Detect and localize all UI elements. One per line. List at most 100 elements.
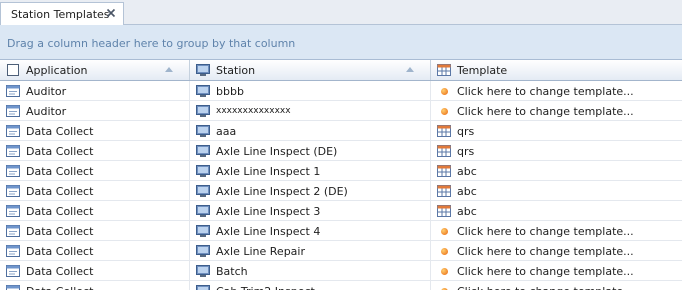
station-text: Axle Line Repair <box>216 244 305 258</box>
cell-application[interactable]: Auditor <box>0 101 190 121</box>
cell-template[interactable]: abc <box>431 161 682 181</box>
cell-station[interactable]: Batch <box>190 261 431 281</box>
column-header-station[interactable]: Station <box>190 60 431 80</box>
cell-template[interactable]: Click here to change template... <box>431 81 682 101</box>
cell-template[interactable]: Click here to change template... <box>431 261 682 281</box>
application-text: Data Collect <box>26 144 94 158</box>
computer-icon <box>196 205 210 217</box>
cell-application[interactable]: Data Collect <box>0 261 190 281</box>
table-row[interactable]: Data Collect aaa qrs <box>0 121 682 141</box>
computer-icon <box>196 105 210 117</box>
template-text: Click here to change template... <box>457 244 634 258</box>
cell-station[interactable]: Axle Line Inspect 3 <box>190 201 431 221</box>
template-text: Click here to change template... <box>457 104 634 118</box>
status-dot-icon <box>436 224 452 238</box>
cell-application[interactable]: Data Collect <box>0 141 190 161</box>
status-dot-icon <box>436 284 452 290</box>
cell-station[interactable]: xxxxxxxxxxxxxx <box>190 101 431 121</box>
cell-station[interactable]: Cab Trim2 Inspect <box>190 281 431 290</box>
cell-application[interactable]: Auditor <box>0 81 190 101</box>
cell-station[interactable]: Axle Line Repair <box>190 241 431 261</box>
computer-icon <box>196 265 210 277</box>
cell-station[interactable]: aaa <box>190 121 431 141</box>
station-text: bbbb <box>216 84 244 98</box>
checkbox-icon <box>7 64 19 76</box>
application-window-icon <box>6 85 20 97</box>
status-dot-icon <box>436 244 452 258</box>
station-text: xxxxxxxxxxxxxx <box>216 106 291 116</box>
template-grid-icon <box>437 205 451 217</box>
cell-station[interactable]: Axle Line Inspect 4 <box>190 221 431 241</box>
template-text: abc <box>457 204 477 218</box>
cell-template[interactable]: abc <box>431 181 682 201</box>
table-row[interactable]: Data Collect Axle Line Repair Click here t… <box>0 241 682 261</box>
cell-application[interactable]: Data Collect <box>0 121 190 141</box>
application-text: Data Collect <box>26 224 94 238</box>
table-row[interactable]: Data Collect Axle Line Inspect 1 abc <box>0 161 682 181</box>
status-dot-icon <box>436 84 452 98</box>
station-text: Axle Line Inspect 3 <box>216 204 321 218</box>
computer-icon <box>196 165 210 177</box>
table-row[interactable]: Auditor xxxxxxxxxxxxxx Click here to chang… <box>0 101 682 121</box>
column-label-template: Template <box>457 63 508 77</box>
table-row[interactable]: Data Collect Axle Line Inspect 3 abc <box>0 201 682 221</box>
column-label-application: Application <box>26 63 88 77</box>
cell-application[interactable]: Data Collect <box>0 161 190 181</box>
cell-template[interactable]: abc <box>431 201 682 221</box>
table-row[interactable]: Data Collect Cab Trim2 Inspect Click here … <box>0 281 682 290</box>
cell-application[interactable]: Data Collect <box>0 201 190 221</box>
cell-station[interactable]: Axle Line Inspect (DE) <box>190 141 431 161</box>
cell-application[interactable]: Data Collect <box>0 281 190 290</box>
cell-station[interactable]: Axle Line Inspect 1 <box>190 161 431 181</box>
template-text: Click here to change template... <box>457 264 634 278</box>
table-row[interactable]: Auditor bbbb Click here to change template… <box>0 81 682 101</box>
cell-application[interactable]: Data Collect <box>0 221 190 241</box>
cell-station[interactable]: bbbb <box>190 81 431 101</box>
template-text: Click here to change template... <box>457 224 634 238</box>
column-header-template[interactable]: Template <box>431 60 682 80</box>
computer-icon <box>196 64 210 76</box>
application-window-icon <box>6 165 20 177</box>
template-text: qrs <box>457 124 475 138</box>
template-grid-icon <box>437 145 451 157</box>
application-text: Data Collect <box>26 204 94 218</box>
group-by-panel[interactable]: Drag a column header here to group by th… <box>0 25 682 60</box>
tab-station-templates[interactable]: Station Templates <box>0 2 124 25</box>
station-text: Axle Line Inspect 2 (DE) <box>216 184 348 198</box>
cell-template[interactable]: qrs <box>431 121 682 141</box>
cell-template[interactable]: Click here to change template... <box>431 221 682 241</box>
table-row[interactable]: Data Collect Axle Line Inspect 2 (DE) abc <box>0 181 682 201</box>
template-text: Click here to change template... <box>457 285 634 290</box>
cell-template[interactable]: Click here to change template... <box>431 281 682 290</box>
column-label-station: Station <box>216 63 256 77</box>
close-icon[interactable] <box>105 7 117 19</box>
application-text: Data Collect <box>26 184 94 198</box>
computer-icon <box>196 85 210 97</box>
computer-icon <box>196 185 210 197</box>
application-text: Auditor <box>26 104 67 118</box>
table-row[interactable]: Data Collect Batch Click here to change te… <box>0 261 682 281</box>
template-text: abc <box>457 184 477 198</box>
sort-ascending-icon <box>406 67 414 72</box>
cell-template[interactable]: Click here to change template... <box>431 241 682 261</box>
status-dot-icon <box>436 264 452 278</box>
cell-application[interactable]: Data Collect <box>0 241 190 261</box>
application-window-icon <box>6 205 20 217</box>
computer-icon <box>196 145 210 157</box>
application-window-icon <box>6 105 20 117</box>
column-header-application[interactable]: Application <box>0 60 190 80</box>
application-window-icon <box>6 185 20 197</box>
group-by-hint: Drag a column header here to group by th… <box>7 37 296 50</box>
cell-station[interactable]: Axle Line Inspect 2 (DE) <box>190 181 431 201</box>
template-grid-icon <box>437 165 451 177</box>
application-window-icon <box>6 125 20 137</box>
table-row[interactable]: Data Collect Axle Line Inspect (DE) qrs <box>0 141 682 161</box>
cell-application[interactable]: Data Collect <box>0 181 190 201</box>
template-grid-icon <box>437 64 451 76</box>
cell-template[interactable]: qrs <box>431 141 682 161</box>
computer-icon <box>196 245 210 257</box>
station-text: Batch <box>216 264 248 278</box>
table-row[interactable]: Data Collect Axle Line Inspect 4 Click her… <box>0 221 682 241</box>
cell-template[interactable]: Click here to change template... <box>431 101 682 121</box>
status-dot-icon <box>436 104 452 118</box>
